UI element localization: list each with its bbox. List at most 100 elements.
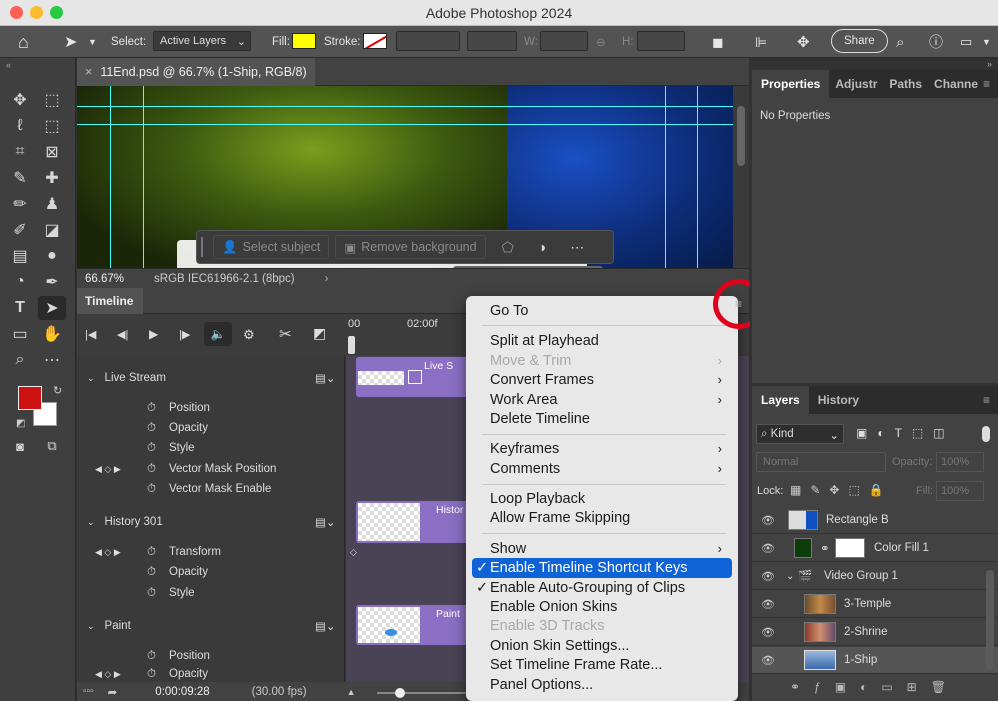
layer-row[interactable]: 👁 2-Shrine [752,619,998,646]
menu-item-show[interactable]: Show › [472,539,732,559]
layer-row[interactable]: 👁 Rectangle B [752,507,998,534]
timeline-tab[interactable]: Timeline [77,288,143,314]
clip-history[interactable]: Histor [356,501,476,543]
object-selection-tool-icon[interactable]: ⬚ [38,114,66,138]
film-icon[interactable]: ▤⌄ [315,619,336,633]
opacity-field[interactable]: 100% [936,452,984,472]
share-button[interactable]: Share [831,29,888,53]
film-icon[interactable]: ▤⌄ [315,371,336,385]
layers-footer-icons[interactable]: ⚭ƒ▣◐▭⊞🗑 [790,680,960,694]
visibility-eye-icon[interactable]: 👁 [760,598,776,611]
brush-tool-icon[interactable]: ✏ [6,192,34,216]
stopwatch-icon[interactable]: ⏱ [147,422,156,435]
shape-tool-icon[interactable]: ▭ [6,322,34,346]
path-selection-tool-icon[interactable]: ➤ [38,296,66,320]
chevron-down-icon[interactable]: ⌄ [786,571,794,582]
blend-mode-dropdown[interactable]: Normal [756,452,886,472]
vertical-scrollbar[interactable] [733,86,749,268]
dodge-tool-icon[interactable]: ◔ [6,270,34,294]
menu-item-onion-skin-settings[interactable]: Onion Skin Settings... [472,636,732,656]
menu-item-enable-onion-skins[interactable]: Enable Onion Skins [472,597,732,617]
drag-handle-icon[interactable] [201,237,207,257]
workspace-icon[interactable]: ▭ [960,26,972,58]
type-tool-icon[interactable]: T [6,296,34,320]
chevron-down-icon[interactable]: ⌄ [87,621,95,632]
track-property[interactable]: ⏱ Style [77,583,345,603]
film-icon[interactable]: ▤⌄ [315,515,336,529]
eyedropper-tool-icon[interactable]: ✎ [6,166,34,190]
panel-menu-icon[interactable]: ≡ [983,77,990,91]
transform-icon[interactable]: ⬠ [502,239,514,256]
track-property[interactable]: ◀ ◇ ▶ ⏱ Vector Mask Position [77,459,345,479]
first-frame-icon[interactable]: |◀ [85,328,96,341]
clone-stamp-tool-icon[interactable]: ♟ [38,192,66,216]
layer-row[interactable]: 👁 ⌄ 🎬 Video Group 1 [752,563,998,590]
path-arrangement-icon[interactable]: ✥ [797,26,810,58]
path-alignment-icon[interactable]: ⊫ [755,26,767,58]
frame-tool-icon[interactable]: ⊠ [38,140,66,164]
menu-item-panel-options[interactable]: Panel Options... [472,675,732,695]
layers-scrollbar[interactable] [986,570,994,670]
marquee-tool-icon[interactable]: ⬚ [38,88,66,112]
foreground-color-swatch[interactable] [18,386,42,410]
track-property[interactable]: ⏱ Opacity [77,418,345,438]
crop-tool-icon[interactable]: ⌗ [6,140,34,164]
hand-tool-icon[interactable]: ✋ [38,322,66,346]
stroke-swatch[interactable] [363,33,387,49]
frame-animation-icon[interactable]: ▫▫▫ [83,686,94,697]
menu-item-keyframes[interactable]: Keyframes › [472,439,732,459]
lasso-tool-icon[interactable]: ℓ [6,114,34,138]
swap-colors-icon[interactable]: ↻ [53,384,62,397]
menu-item-split-at-playhead[interactable]: Split at Playhead [472,331,732,351]
panel-menu-icon[interactable]: ≡ [983,393,990,407]
screen-mode-icon[interactable]: ⧉ [38,434,66,458]
play-icon[interactable]: ▶ [149,327,158,341]
gradient-tool-icon[interactable]: ▤ [6,244,34,268]
menu-item-loop-playback[interactable]: Loop Playback [472,489,732,509]
remove-background-button[interactable]: ▣ Remove background [335,235,486,259]
chevron-down-icon[interactable]: ▼ [982,26,991,58]
fill-swatch[interactable] [292,33,316,49]
blur-tool-icon[interactable]: ● [38,244,66,268]
stroke-type-dropdown[interactable] [467,31,517,51]
clip-live-stream[interactable]: Live S [356,357,476,397]
filter-kind-dropdown[interactable]: ⌕ Kind ⌄ [756,424,844,444]
clip-paint[interactable]: Paint [356,605,476,645]
track-property[interactable]: ◀ ◇ ▶ ⏱ Transform [77,542,345,562]
menu-item-comments[interactable]: Comments › [472,459,732,479]
next-frame-icon[interactable]: |▶ [179,328,190,341]
search-icon[interactable]: ⌕ [896,26,904,58]
stopwatch-icon[interactable]: ⏱ [147,402,156,415]
stopwatch-icon[interactable]: ⏱ [147,483,156,496]
stopwatch-icon[interactable]: ⏱ [147,546,156,559]
width-field[interactable] [540,31,588,51]
playhead[interactable] [348,336,355,354]
stopwatch-icon[interactable]: ⏱ [147,650,156,663]
transition-icon[interactable]: ◩ [313,325,326,342]
eraser-tool-icon[interactable]: ◪ [38,218,66,242]
menu-item-convert-frames[interactable]: Convert Frames › [472,370,732,390]
move-tool-icon[interactable]: ✥ [6,88,34,112]
layer-row[interactable]: 👁 ⚭ Color Fill 1 [752,535,998,562]
chevron-down-icon[interactable]: ⌄ [87,517,95,528]
stopwatch-icon[interactable]: ⏱ [147,442,156,455]
collapse-icon[interactable]: » [987,59,992,69]
track-property[interactable]: ⏱ Vector Mask Enable [77,479,345,499]
tab-history[interactable]: History [809,386,868,414]
timeline-zoom-slider[interactable] [377,688,469,698]
more-tools-icon[interactable]: ⋯ [38,348,66,372]
stopwatch-icon[interactable]: ⏱ [147,668,156,681]
tab-paths[interactable]: Paths [883,70,928,98]
keyframe-nav-icon[interactable]: ◀ ◇ ▶ [95,669,121,680]
history-brush-tool-icon[interactable]: ✐ [6,218,34,242]
menu-item-enable-auto-grouping[interactable]: ✓ Enable Auto-Grouping of Clips [472,578,732,598]
close-tab-icon[interactable]: × [85,65,92,79]
height-field[interactable] [637,31,685,51]
track-property[interactable]: ◀ ◇ ▶ ⏱ Opacity [77,666,345,682]
keyframe-nav-icon[interactable]: ◀ ◇ ▶ [95,464,121,475]
more-options-icon[interactable]: ⋯ [570,239,584,256]
tab-properties[interactable]: Properties [752,70,830,98]
document-tab[interactable]: × 11End.psd @ 66.7% (1-Ship, RGB/8) [77,58,315,86]
menu-item-delete-timeline[interactable]: Delete Timeline [472,409,732,429]
menu-item-allow-frame-skipping[interactable]: Allow Frame Skipping [472,508,732,528]
